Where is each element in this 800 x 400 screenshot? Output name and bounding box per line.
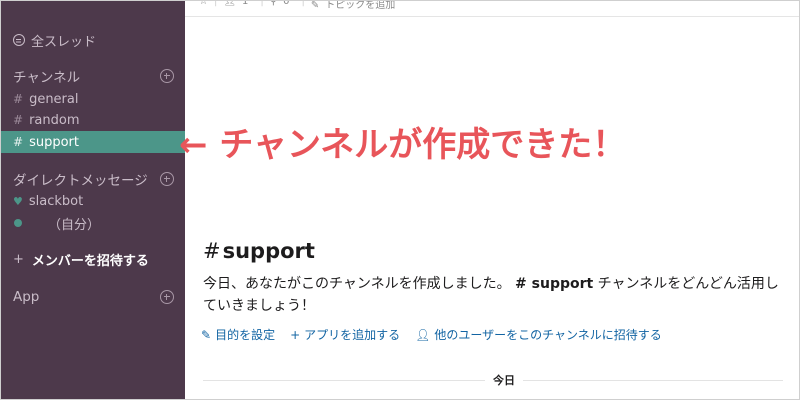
plus-icon: + (290, 327, 301, 342)
sidebar-item-slackbot[interactable]: ♥ slackbot (1, 190, 185, 212)
dm-label: slackbot (28, 193, 84, 209)
dm-header[interactable]: ダイレクトメッセージ (1, 168, 185, 190)
invite-members-button[interactable]: + メンバーを招待する (1, 248, 185, 270)
sidebar-item-general[interactable]: # general (1, 88, 185, 110)
dm-label: （自分） (48, 217, 101, 233)
channels-header[interactable]: チャンネル (1, 65, 185, 87)
channel-header-bar: ☆ | 👤︎ 1 | ⚲ 0 | ✎ トピックを追加 (185, 0, 799, 17)
dm-header-label: ダイレクトメッセージ (13, 173, 148, 189)
channel-intro-title: #support (203, 239, 315, 263)
person-icon: 👤︎ (223, 0, 237, 7)
sidebar-item-support[interactable]: # support (1, 131, 185, 153)
person-icon: 👤︎ (415, 327, 431, 342)
add-topic-label: トピックを追加 (325, 0, 396, 11)
member-count[interactable]: 👤︎ 1 (223, 0, 254, 7)
threads-icon (13, 34, 25, 46)
channels-header-label: チャンネル (13, 70, 81, 86)
add-topic-link[interactable]: ✎ トピックを追加 (310, 0, 401, 11)
add-channel-icon[interactable] (160, 69, 174, 83)
hash-icon: # (203, 239, 221, 263)
sidebar-item-random[interactable]: # random (1, 109, 185, 131)
invite-label: メンバーを招待する (31, 253, 149, 269)
plus-icon: + (13, 251, 24, 267)
sidebar-item-label: 全スレッド (31, 34, 97, 50)
pin-count[interactable]: ⚲ 0 (269, 0, 296, 7)
app-window: 全スレッド チャンネル # general # random # support… (0, 0, 800, 400)
intro-channel-name[interactable]: # support (515, 276, 593, 292)
pin-icon: ⚲ (269, 0, 278, 7)
presence-dot-icon (14, 219, 22, 227)
channel-pane: ☆ | 👤︎ 1 | ⚲ 0 | ✎ トピックを追加 #support 今日、あなたが… (185, 0, 799, 399)
channel-label: general (29, 91, 79, 107)
channel-label: support (29, 134, 79, 150)
pin-count-value: 0 (283, 0, 290, 7)
invite-to-channel-label: 他のユーザーをこのチャンネルに招待する (434, 328, 662, 342)
channel-intro-name: support (222, 239, 315, 263)
add-app-label: アプリを追加する (304, 328, 401, 342)
sidebar-item-all-threads[interactable]: 全スレッド (1, 29, 185, 51)
member-count-value: 1 (242, 0, 249, 7)
heart-icon: ♥ (13, 194, 23, 208)
divider: | (301, 0, 305, 7)
annotation-text: ← チャンネルが作成できた！ (179, 125, 627, 165)
invite-to-channel-link[interactable]: 👤︎ 他のユーザーをこのチャンネルに招待する (415, 326, 662, 343)
add-dm-icon[interactable] (160, 172, 174, 186)
hash-icon: # (13, 135, 24, 149)
apps-label: App (13, 289, 40, 305)
hash-icon: # (13, 92, 24, 106)
day-divider-label: 今日 (485, 372, 523, 388)
intro-prefix: 今日、あなたがこのチャンネルを作成しました。 (203, 276, 511, 292)
pencil-icon: ✎ (310, 0, 320, 11)
channel-intro-text: 今日、あなたがこのチャンネルを作成しました。 # support チャンネルをど… (203, 273, 783, 317)
sidebar-item-self[interactable]: （自分） (1, 212, 185, 234)
set-purpose-label: 目的を設定 (215, 328, 276, 342)
add-app-icon[interactable] (160, 290, 174, 304)
divider: | (260, 0, 264, 7)
hash-icon: # (13, 113, 24, 127)
divider: | (213, 0, 218, 7)
star-icon[interactable]: ☆ (199, 1, 208, 7)
set-purpose-link[interactable]: ✎ 目的を設定 (201, 326, 275, 343)
sidebar: 全スレッド チャンネル # general # random # support… (1, 1, 185, 399)
channel-label: random (29, 112, 80, 128)
apps-header[interactable]: App (1, 286, 185, 308)
pencil-icon: ✎ (201, 327, 212, 342)
intro-actions: ✎ 目的を設定 + アプリを追加する 👤︎ 他のユーザーをこのチャンネルに招待す… (201, 326, 677, 343)
add-app-link[interactable]: + アプリを追加する (290, 326, 400, 343)
